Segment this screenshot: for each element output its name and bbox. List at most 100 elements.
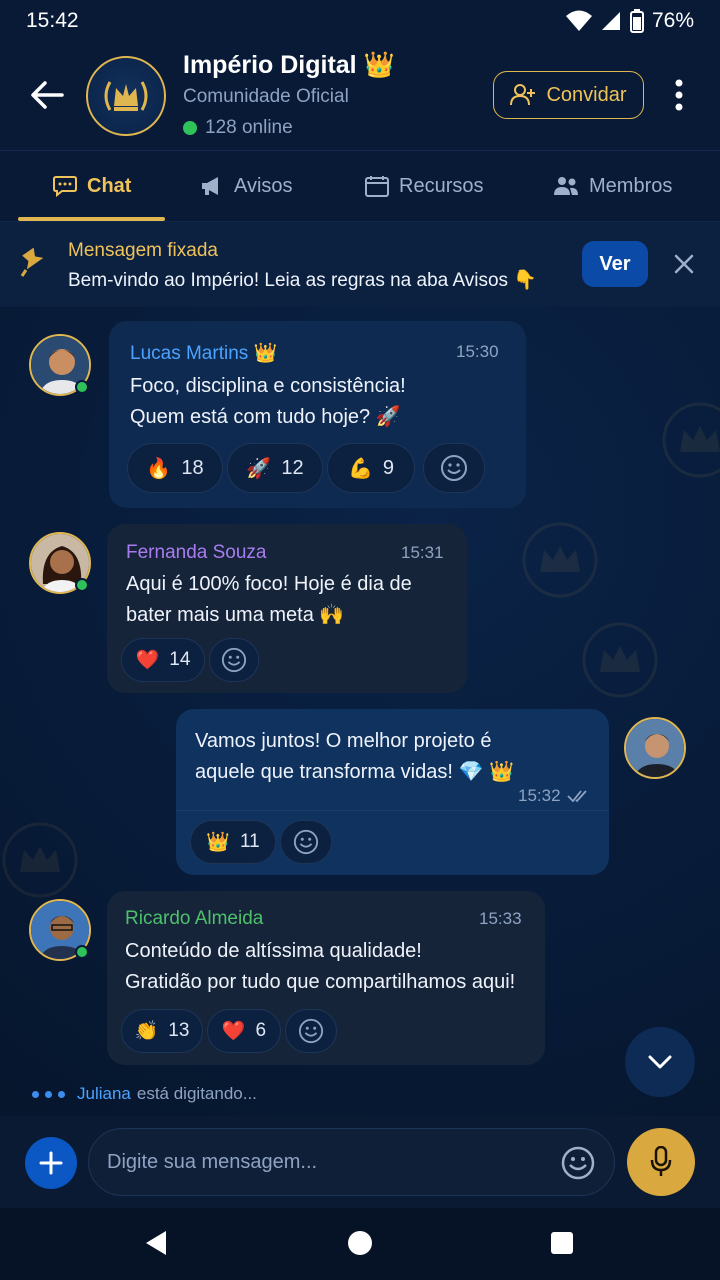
signal-icon: [601, 12, 620, 30]
online-dot-icon: [183, 121, 197, 135]
emoji-icon[interactable]: [560, 1145, 596, 1181]
crown-emoji: 👑: [253, 343, 278, 364]
message-time: 15:32: [518, 786, 561, 805]
smiley-icon: [293, 829, 319, 855]
group-subtitle: Comunidade Oficial: [183, 86, 349, 107]
tab-membros-label: Membros: [589, 174, 673, 197]
group-avatar[interactable]: [86, 56, 166, 136]
message-input[interactable]: [88, 1128, 615, 1196]
sender-name: Fernanda Souza: [126, 542, 267, 563]
back-arrow-icon[interactable]: [28, 76, 66, 114]
online-count-text: 128 online: [205, 117, 293, 138]
reaction-count: 11: [239, 831, 260, 852]
avatar-own[interactable]: [624, 717, 686, 779]
pinned-message-banner[interactable]: Mensagem fixada Bem-vindo ao Império! Le…: [0, 222, 720, 307]
active-tab-indicator: [18, 217, 165, 221]
crown-emoji: 👑: [363, 51, 395, 79]
online-status-dot: [75, 945, 89, 959]
status-icons: 76%: [565, 9, 694, 33]
reaction-count: 18: [181, 456, 204, 479]
tab-bar: Chat Avisos Recursos Membros: [0, 150, 720, 222]
tab-avisos-label: Avisos: [234, 174, 293, 197]
message-text: Conteúdo de altíssima qualidade! Gratidã…: [125, 940, 516, 993]
reaction-chip[interactable]: 🚀 12: [227, 443, 323, 493]
group-title-text: Império Digital: [183, 51, 357, 79]
reaction-emoji: ❤️: [135, 650, 160, 671]
message-text: Aqui é 100% foco! Hoje é dia de bater ma…: [126, 573, 412, 626]
divider: [176, 810, 609, 811]
online-count: 128 online: [183, 117, 293, 139]
double-check-icon: [566, 790, 587, 803]
reaction-chip[interactable]: 👏 13: [121, 1009, 203, 1053]
message-time: 15:30: [456, 342, 499, 361]
status-time: 15:42: [26, 9, 79, 32]
reaction-count: 9: [382, 456, 395, 479]
scroll-to-bottom-button[interactable]: [625, 1027, 695, 1097]
invite-button[interactable]: Convidar: [493, 71, 644, 119]
typing-dot: [32, 1090, 39, 1098]
battery-percent: 76%: [651, 9, 694, 32]
tab-chat-label: Chat: [87, 174, 132, 197]
pinned-text: Bem-vindo ao Império! Leia as regras na …: [68, 270, 537, 291]
close-icon[interactable]: [672, 252, 696, 276]
pinned-title: Mensagem fixada: [68, 240, 218, 261]
view-pinned-button[interactable]: Ver: [582, 241, 648, 287]
tab-avisos[interactable]: Avisos: [200, 151, 293, 221]
add-reaction-button[interactable]: [280, 820, 332, 864]
voice-message-button[interactable]: [627, 1128, 695, 1196]
crown-laurel-icon: [104, 81, 148, 111]
reaction-count: 13: [168, 1020, 190, 1041]
reaction-chip[interactable]: 💪 9: [327, 443, 415, 493]
add-user-icon: [510, 84, 536, 106]
chat-icon: [53, 176, 77, 197]
chat-screen: 15:42 76% Império Digital 👑 Comunidade O…: [0, 0, 720, 1280]
sender-name: Ricardo Almeida: [125, 908, 264, 929]
reaction-count: 14: [169, 649, 191, 670]
message-time: 15:31: [401, 543, 444, 562]
message-meta: 15:32: [518, 786, 591, 806]
crown-watermark-icon: [662, 402, 720, 478]
more-options-icon[interactable]: [666, 78, 692, 112]
wifi-icon: [565, 10, 592, 31]
invite-label: Convidar: [546, 83, 627, 106]
add-reaction-button[interactable]: [209, 638, 259, 682]
attach-button[interactable]: [25, 1137, 77, 1189]
reaction-emoji: 💪: [347, 457, 373, 480]
message-time: 15:33: [479, 909, 522, 928]
add-reaction-button[interactable]: [423, 443, 485, 493]
message-bubble[interactable]: Ricardo Almeida 15:33 Conteúdo de altíss…: [107, 891, 545, 1065]
battery-icon: [629, 9, 644, 33]
nav-recents-icon[interactable]: [551, 1232, 573, 1254]
own-message-bubble[interactable]: Vamos juntos! O melhor projeto é aquele …: [176, 709, 609, 875]
reaction-chip[interactable]: ❤️ 14: [121, 638, 205, 682]
nav-back-icon[interactable]: [144, 1230, 168, 1256]
tab-recursos[interactable]: Recursos: [365, 151, 483, 221]
tab-membros[interactable]: Membros: [553, 151, 672, 221]
message-bubble[interactable]: Lucas Martins 👑 15:30 Foco, disciplina e…: [109, 321, 526, 508]
reaction-count: 12: [281, 456, 304, 479]
status-bar: 15:42 76%: [0, 0, 720, 42]
reaction-count: 6: [255, 1020, 267, 1041]
reaction-chip[interactable]: 🔥 18: [127, 443, 223, 493]
sender-name-text: Lucas Martins: [130, 343, 249, 364]
people-icon: [554, 177, 578, 195]
reaction-chip[interactable]: ❤️ 6: [207, 1009, 281, 1053]
tab-chat[interactable]: Chat: [53, 151, 131, 221]
typing-indicator: Juliana está digitando...: [32, 1084, 257, 1104]
calendar-icon: [365, 176, 389, 197]
pin-icon: [20, 248, 44, 277]
reaction-emoji: 👏: [134, 1021, 159, 1042]
message-text: Foco, disciplina e consistência! Quem es…: [130, 375, 406, 428]
add-reaction-button[interactable]: [285, 1009, 337, 1053]
message-text: Vamos juntos! O melhor projeto é aquele …: [195, 730, 514, 783]
nav-home-icon[interactable]: [348, 1231, 372, 1255]
system-nav-bar: [0, 1208, 720, 1280]
crown-watermark-icon: [2, 822, 78, 898]
sender-name: Lucas Martins 👑: [130, 341, 277, 365]
online-status-dot: [75, 578, 89, 592]
microphone-icon: [650, 1146, 672, 1176]
tab-recursos-label: Recursos: [399, 174, 484, 197]
reaction-chip[interactable]: 👑 11: [190, 820, 276, 864]
message-bubble[interactable]: Fernanda Souza 15:31 Aqui é 100% foco! H…: [107, 524, 467, 693]
online-status-dot: [75, 380, 89, 394]
